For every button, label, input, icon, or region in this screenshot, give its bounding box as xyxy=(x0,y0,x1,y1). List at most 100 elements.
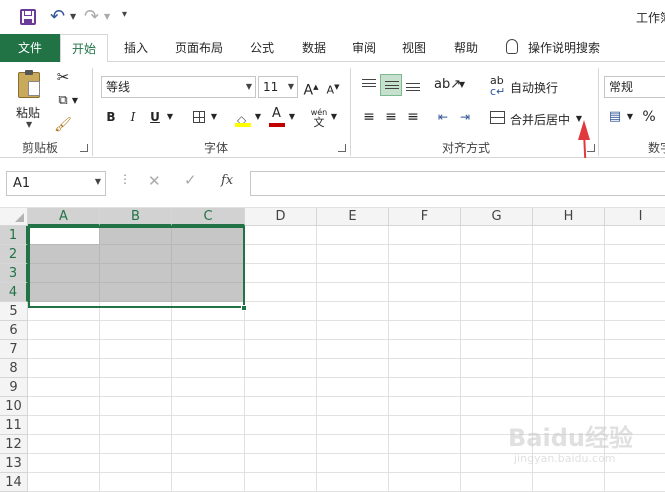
cell-e6[interactable] xyxy=(317,321,389,340)
borders-icon[interactable] xyxy=(188,106,210,128)
italic-button[interactable]: I xyxy=(122,106,144,128)
cell-h1[interactable] xyxy=(533,226,605,245)
cell-g2[interactable] xyxy=(461,245,533,264)
phonetic-dropdown-icon[interactable]: ▼ xyxy=(328,106,340,128)
cell-d6[interactable] xyxy=(245,321,317,340)
column-header-a[interactable]: A xyxy=(28,208,100,226)
phonetic-icon[interactable]: wén 文 xyxy=(308,106,330,128)
cell-g14[interactable] xyxy=(461,473,533,492)
align-center-icon[interactable]: ≡ xyxy=(380,106,402,128)
cell-a11[interactable] xyxy=(28,416,100,435)
cell-h6[interactable] xyxy=(533,321,605,340)
cell-e3[interactable] xyxy=(317,264,389,283)
cell-b12[interactable] xyxy=(100,435,172,454)
cell-g9[interactable] xyxy=(461,378,533,397)
column-header-d[interactable]: D xyxy=(245,208,317,226)
cell-d3[interactable] xyxy=(245,264,317,283)
cell-e12[interactable] xyxy=(317,435,389,454)
cell-c7[interactable] xyxy=(172,340,245,359)
select-all-button[interactable] xyxy=(0,208,28,226)
cell-d1[interactable] xyxy=(245,226,317,245)
row-header-8[interactable]: 8 xyxy=(0,359,28,378)
increase-indent-icon[interactable]: ⇥ xyxy=(454,106,476,128)
decrease-indent-icon[interactable]: ⇤ xyxy=(432,106,454,128)
cell-d13[interactable] xyxy=(245,454,317,473)
column-header-c[interactable]: C xyxy=(172,208,245,226)
cell-b9[interactable] xyxy=(100,378,172,397)
cell-f2[interactable] xyxy=(389,245,461,264)
cell-d11[interactable] xyxy=(245,416,317,435)
cell-f13[interactable] xyxy=(389,454,461,473)
cell-h5[interactable] xyxy=(533,302,605,321)
tab-help[interactable]: 帮助 xyxy=(446,34,486,62)
cell-g3[interactable] xyxy=(461,264,533,283)
cell-g5[interactable] xyxy=(461,302,533,321)
number-format-select[interactable]: 常规 xyxy=(604,76,665,98)
cell-i5[interactable] xyxy=(605,302,665,321)
cell-f10[interactable] xyxy=(389,397,461,416)
copy-dropdown-icon[interactable]: ▼ xyxy=(70,90,80,112)
tab-data[interactable]: 数据 xyxy=(294,34,334,62)
cell-f8[interactable] xyxy=(389,359,461,378)
cancel-icon[interactable]: ✕ xyxy=(148,172,161,190)
row-header-1[interactable]: 1 xyxy=(0,226,28,245)
row-header-12[interactable]: 12 xyxy=(0,435,28,454)
cell-a6[interactable] xyxy=(28,321,100,340)
cell-h4[interactable] xyxy=(533,283,605,302)
fill-color-dropdown-icon[interactable]: ▼ xyxy=(252,106,264,128)
cell-i6[interactable] xyxy=(605,321,665,340)
cell-h3[interactable] xyxy=(533,264,605,283)
row-header-4[interactable]: 4 xyxy=(0,283,28,302)
cell-f4[interactable] xyxy=(389,283,461,302)
cell-i8[interactable] xyxy=(605,359,665,378)
cell-c11[interactable] xyxy=(172,416,245,435)
cell-h2[interactable] xyxy=(533,245,605,264)
underline-dropdown-icon[interactable]: ▼ xyxy=(164,106,176,128)
cell-a14[interactable] xyxy=(28,473,100,492)
row-header-6[interactable]: 6 xyxy=(0,321,28,340)
save-icon[interactable] xyxy=(20,9,36,25)
font-launcher-icon[interactable] xyxy=(338,144,346,152)
column-header-g[interactable]: G xyxy=(461,208,533,226)
underline-button[interactable]: U xyxy=(144,106,166,128)
orientation-dropdown-icon[interactable]: ▼ xyxy=(456,74,468,96)
cell-b14[interactable] xyxy=(100,473,172,492)
cell-f6[interactable] xyxy=(389,321,461,340)
cell-c12[interactable] xyxy=(172,435,245,454)
redo-dropdown-icon[interactable]: ▼ xyxy=(104,12,110,21)
cell-d8[interactable] xyxy=(245,359,317,378)
cell-d2[interactable] xyxy=(245,245,317,264)
cell-i3[interactable] xyxy=(605,264,665,283)
cell-i4[interactable] xyxy=(605,283,665,302)
name-box[interactable]: A1 ▼ xyxy=(6,171,106,196)
tab-insert[interactable]: 插入 xyxy=(116,34,156,62)
cell-a10[interactable] xyxy=(28,397,100,416)
column-header-b[interactable]: B xyxy=(100,208,172,226)
cell-e9[interactable] xyxy=(317,378,389,397)
decrease-font-icon[interactable]: A▼ xyxy=(322,76,344,98)
tell-me-search[interactable]: 操作说明搜索 xyxy=(528,34,610,62)
cell-i1[interactable] xyxy=(605,226,665,245)
row-header-9[interactable]: 9 xyxy=(0,378,28,397)
cell-i14[interactable] xyxy=(605,473,665,492)
cut-icon[interactable]: ✂ xyxy=(52,66,74,88)
row-header-7[interactable]: 7 xyxy=(0,340,28,359)
cell-a12[interactable] xyxy=(28,435,100,454)
cell-f11[interactable] xyxy=(389,416,461,435)
orientation-icon[interactable]: ab↗ xyxy=(434,74,461,96)
column-header-e[interactable]: E xyxy=(317,208,389,226)
cell-d7[interactable] xyxy=(245,340,317,359)
bottom-align-icon[interactable] xyxy=(402,74,424,96)
percent-style-button[interactable]: % xyxy=(638,106,660,128)
wrap-text-button[interactable]: ab c↵ 自动换行 xyxy=(488,74,580,98)
column-header-f[interactable]: F xyxy=(389,208,461,226)
cell-f1[interactable] xyxy=(389,226,461,245)
cell-g4[interactable] xyxy=(461,283,533,302)
tab-home[interactable]: 开始 xyxy=(60,34,108,63)
cell-c13[interactable] xyxy=(172,454,245,473)
redo-icon[interactable]: ↷ xyxy=(84,6,99,27)
formula-input[interactable] xyxy=(250,171,665,196)
cell-g7[interactable] xyxy=(461,340,533,359)
cell-f3[interactable] xyxy=(389,264,461,283)
cell-a9[interactable] xyxy=(28,378,100,397)
